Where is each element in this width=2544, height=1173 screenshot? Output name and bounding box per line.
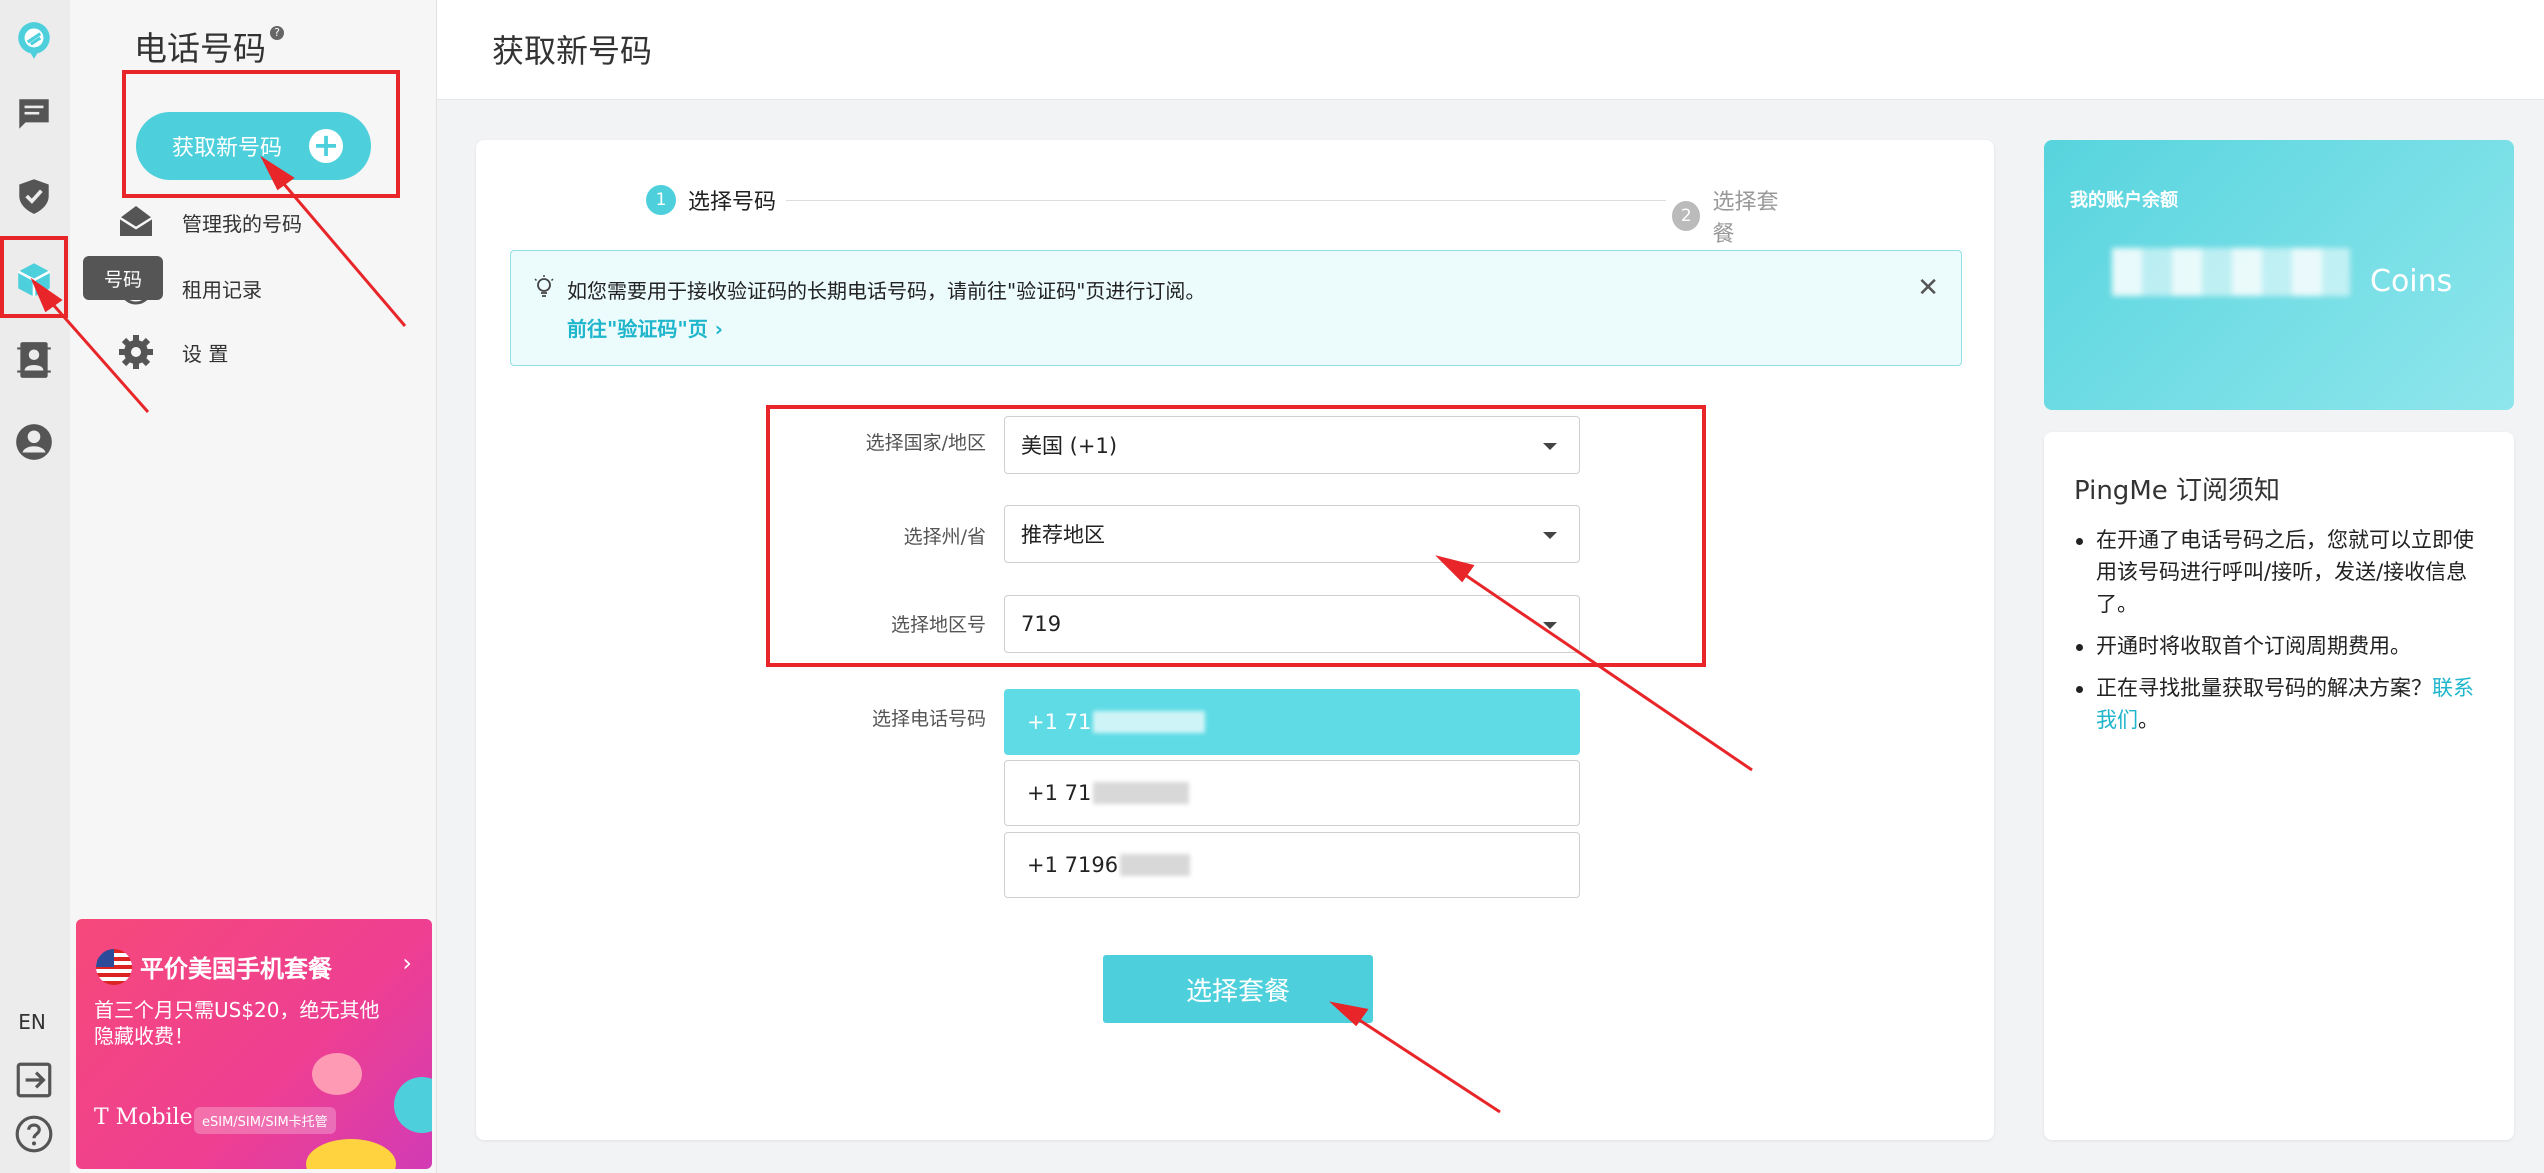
annotation-arrow (270, 169, 407, 327)
annotation-arrows (30, 155, 1753, 1114)
annotation-arrow (40, 291, 150, 413)
annotation-arrowhead (260, 155, 295, 191)
annotation-arrow (1451, 564, 1753, 772)
annotation-arrow (1343, 1008, 1501, 1114)
